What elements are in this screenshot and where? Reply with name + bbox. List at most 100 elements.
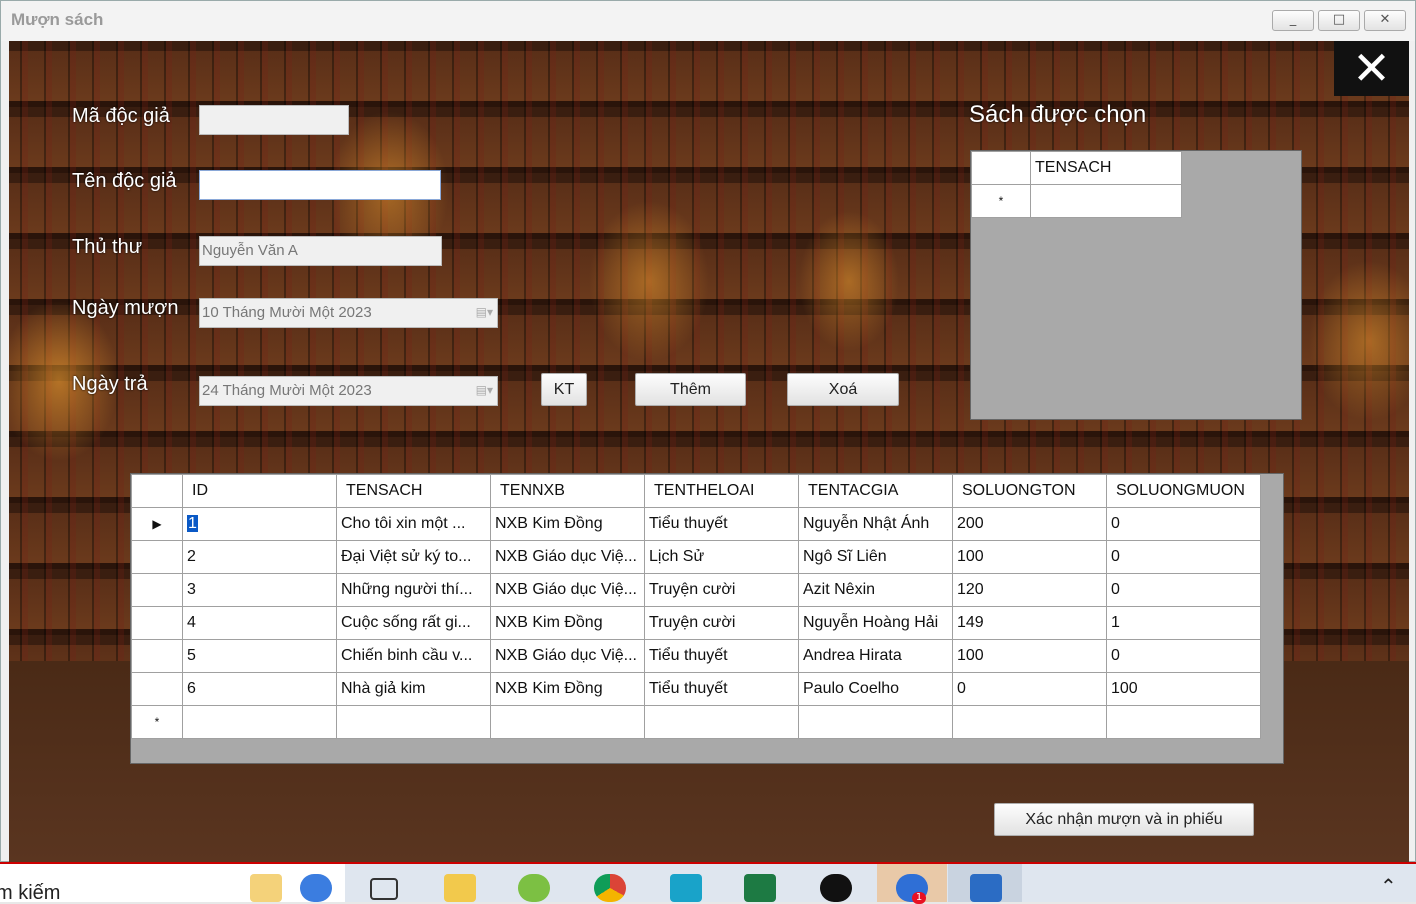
chrome-icon[interactable]: [594, 874, 626, 902]
cell-tentacgia[interactable]: Ngô Sĩ Liên: [798, 540, 953, 574]
cell-tentheloai[interactable]: Truyện cười: [644, 573, 799, 607]
calendar-dropdown-icon[interactable]: ▤▾: [476, 383, 493, 397]
cell-tentacgia[interactable]: Azit Nêxin: [798, 573, 953, 607]
column-header-id[interactable]: ID: [182, 474, 337, 508]
news-widget-icon[interactable]: [250, 874, 282, 902]
cell-tennxb[interactable]: NXB Giáo dục Việ...: [490, 540, 645, 574]
row-header[interactable]: ▶: [131, 507, 183, 541]
row-header[interactable]: [131, 606, 183, 640]
new-row-cell[interactable]: [1106, 705, 1261, 739]
cell-id[interactable]: 5: [182, 639, 337, 673]
task-view-icon[interactable]: [370, 878, 398, 900]
cell-soluongmuon[interactable]: 0: [1106, 639, 1261, 673]
column-header-tentacgia[interactable]: TENTACGIA: [798, 474, 953, 508]
cell-tennxb[interactable]: NXB Kim Đồng: [490, 507, 645, 541]
new-row[interactable]: *: [971, 184, 1182, 218]
cell-id[interactable]: 1: [182, 507, 337, 541]
cell-tentacgia[interactable]: Nguyễn Nhật Ánh: [798, 507, 953, 541]
file-explorer-icon[interactable]: [444, 874, 476, 902]
chevron-up-icon[interactable]: ⌃: [1380, 874, 1397, 898]
cell-id[interactable]: 2: [182, 540, 337, 574]
new-row-cell[interactable]: [336, 705, 491, 739]
ngay-muon-datepicker[interactable]: 10 Tháng Mười Một 2023 ▤▾: [199, 298, 498, 328]
cell-soluongton[interactable]: 120: [952, 573, 1107, 607]
cell-tensach[interactable]: Cho tôi xin một ...: [336, 507, 491, 541]
new-row[interactable]: *: [131, 705, 1261, 739]
column-header-tensach[interactable]: TENSACH: [1030, 151, 1182, 185]
cell-tennxb[interactable]: NXB Giáo dục Việ...: [490, 573, 645, 607]
close-window-button[interactable]: ✕: [1364, 10, 1406, 31]
table-row[interactable]: 4 Cuộc sống rất gi... NXB Kim Đồng Truyện c…: [131, 606, 1261, 640]
row-header[interactable]: [131, 573, 183, 607]
window-app-icon[interactable]: [970, 874, 1002, 902]
cell-tentheloai[interactable]: Tiểu thuyết: [644, 672, 799, 706]
cell-tensach[interactable]: Cuộc sống rất gi...: [336, 606, 491, 640]
column-header-tensach[interactable]: TENSACH: [336, 474, 491, 508]
cell-tentheloai[interactable]: Tiểu thuyết: [644, 639, 799, 673]
cell-soluongmuon[interactable]: 1: [1106, 606, 1261, 640]
cell-tennxb[interactable]: NXB Giáo dục Việ...: [490, 639, 645, 673]
cell-soluongton[interactable]: 100: [952, 639, 1107, 673]
thu-thu-input[interactable]: Nguyễn Văn A: [199, 236, 442, 266]
cell-soluongton[interactable]: 100: [952, 540, 1107, 574]
new-row-cell[interactable]: [490, 705, 645, 739]
table-row[interactable]: 3 Những người thí... NXB Giáo dục Việ... Tr…: [131, 573, 1261, 607]
cell-soluongton[interactable]: 149: [952, 606, 1107, 640]
calendar-dropdown-icon[interactable]: ▤▾: [476, 305, 493, 319]
cell-soluongmuon[interactable]: 100: [1106, 672, 1261, 706]
maximize-button[interactable]: □: [1318, 10, 1360, 31]
new-row-cell[interactable]: [644, 705, 799, 739]
cell-tensach[interactable]: Đại Việt sử ký to...: [336, 540, 491, 574]
cell-tennxb[interactable]: NXB Kim Đồng: [490, 606, 645, 640]
cell-soluongmuon[interactable]: 0: [1106, 540, 1261, 574]
column-header-soluongton[interactable]: SOLUONGTON: [952, 474, 1107, 508]
cell-id[interactable]: 4: [182, 606, 337, 640]
cell-tentacgia[interactable]: Paulo Coelho: [798, 672, 953, 706]
table-row[interactable]: 2 Đại Việt sử ký to... NXB Giáo dục Việ...…: [131, 540, 1261, 574]
excel-icon[interactable]: [744, 874, 776, 902]
cell-soluongton[interactable]: 0: [952, 672, 1107, 706]
column-header-tentheloai[interactable]: TENTHELOAI: [644, 474, 799, 508]
column-header-soluongmuon[interactable]: SOLUONGMUON: [1106, 474, 1261, 508]
cell-tensach[interactable]: Chiến binh cầu v...: [336, 639, 491, 673]
cell-tentheloai[interactable]: Lịch Sử: [644, 540, 799, 574]
table-row[interactable]: ▶ 1 Cho tôi xin một ... NXB Kim Đồng Tiểu th…: [131, 507, 1261, 541]
cell-soluongmuon[interactable]: 0: [1106, 573, 1261, 607]
cell-tensach[interactable]: Nhà giả kim: [336, 672, 491, 706]
selected-books-grid[interactable]: TENSACH *: [970, 150, 1302, 420]
cell-tentheloai[interactable]: Tiểu thuyết: [644, 507, 799, 541]
new-row-cell[interactable]: [952, 705, 1107, 739]
new-row-cell[interactable]: [182, 705, 337, 739]
row-header[interactable]: [131, 540, 183, 574]
cell-tennxb[interactable]: NXB Kim Đồng: [490, 672, 645, 706]
xoa-button[interactable]: Xoá: [787, 373, 899, 406]
table-row[interactable]: 5 Chiến binh cầu v... NXB Giáo dục Việ... T…: [131, 639, 1261, 673]
ngay-tra-datepicker[interactable]: 24 Tháng Mười Một 2023 ▤▾: [199, 376, 498, 406]
close-icon[interactable]: ✕: [1334, 41, 1409, 96]
kt-button[interactable]: KT: [541, 373, 587, 406]
minimize-button[interactable]: _: [1272, 10, 1314, 31]
ten-doc-gia-input[interactable]: [199, 170, 441, 200]
cell-soluongmuon[interactable]: 0: [1106, 507, 1261, 541]
column-header-tennxb[interactable]: TENNXB: [490, 474, 645, 508]
table-row[interactable]: 6 Nhà giả kim NXB Kim Đồng Tiểu thuyết Paulo…: [131, 672, 1261, 706]
row-header[interactable]: [131, 639, 183, 673]
cell-id[interactable]: 6: [182, 672, 337, 706]
cell-soluongton[interactable]: 200: [952, 507, 1107, 541]
row-header[interactable]: [131, 672, 183, 706]
cell-tentheloai[interactable]: Truyện cười: [644, 606, 799, 640]
copilot-icon[interactable]: [300, 874, 332, 902]
taskbar-search-box[interactable]: m kiếm: [0, 864, 345, 902]
cell-tentacgia[interactable]: Nguyễn Hoàng Hải: [798, 606, 953, 640]
books-grid[interactable]: ID TENSACH TENNXB TENTHELOAI TENTACGIA SOLUON…: [130, 473, 1284, 764]
record-icon[interactable]: [820, 874, 852, 902]
them-button[interactable]: Thêm: [635, 373, 746, 406]
ma-doc-gia-input[interactable]: [199, 105, 349, 135]
new-row-cell[interactable]: [798, 705, 953, 739]
new-row-cell[interactable]: [1030, 184, 1182, 218]
cell-tensach[interactable]: Những người thí...: [336, 573, 491, 607]
browser-icon[interactable]: [518, 874, 550, 902]
confirm-borrow-print-button[interactable]: Xác nhận mượn và in phiếu: [994, 803, 1254, 836]
cell-tentacgia[interactable]: Andrea Hirata: [798, 639, 953, 673]
app-icon[interactable]: [670, 874, 702, 902]
